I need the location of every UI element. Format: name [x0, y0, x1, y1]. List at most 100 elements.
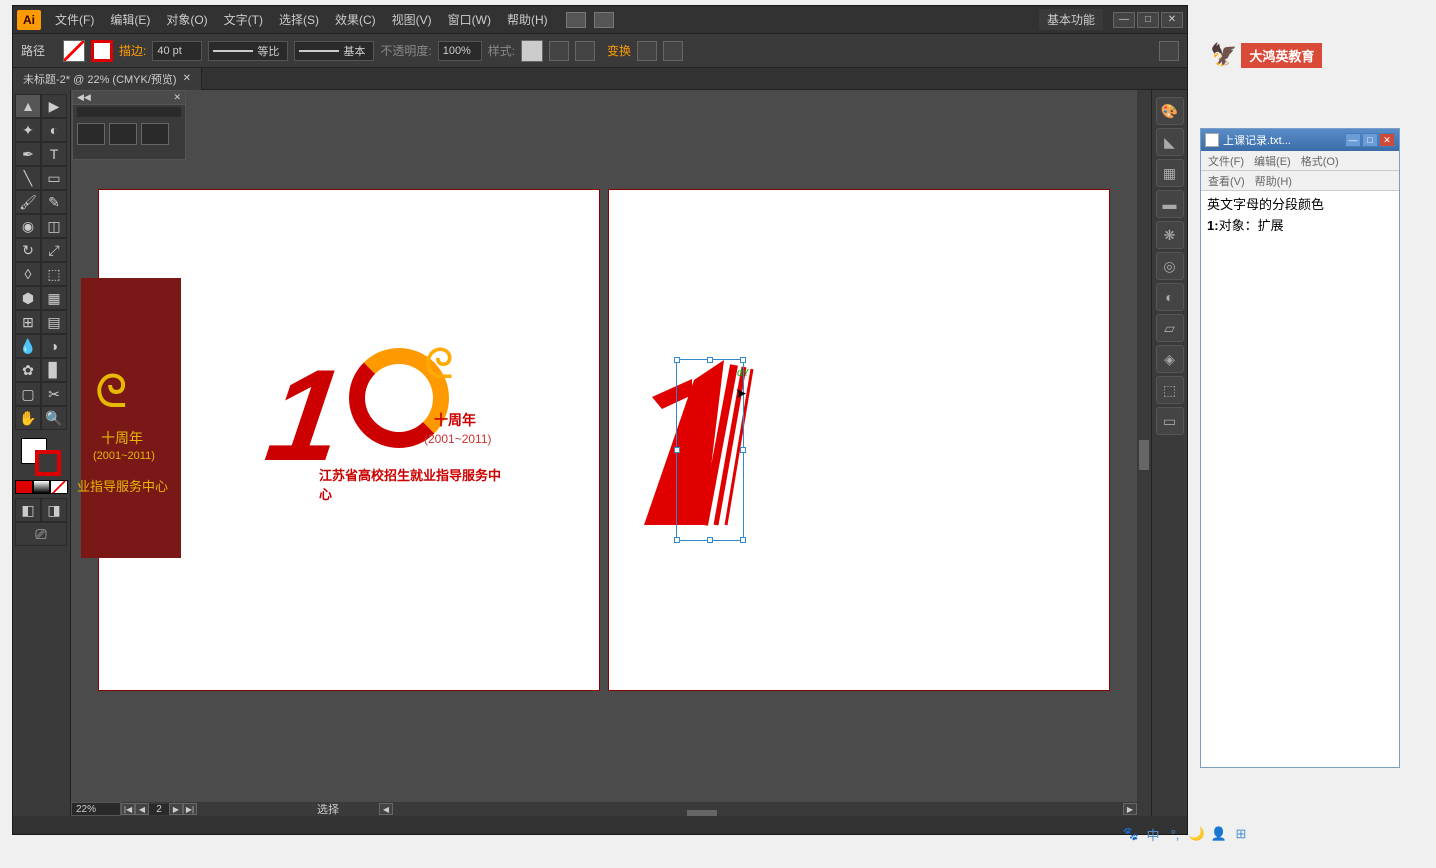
- color-mode-none[interactable]: [50, 480, 68, 494]
- brush-option-2[interactable]: [109, 123, 137, 145]
- profile-select[interactable]: 等比: [208, 41, 288, 61]
- brushes-panel-icon[interactable]: ▬: [1156, 190, 1184, 218]
- align-icon[interactable]: [575, 41, 595, 61]
- lasso-tool[interactable]: ◐: [41, 118, 67, 142]
- free-transform-tool[interactable]: ⬚: [41, 262, 67, 286]
- paintbrush-tool[interactable]: 🖌: [15, 190, 41, 214]
- color-panel-icon[interactable]: 🎨: [1156, 97, 1184, 125]
- slice-tool[interactable]: ✂: [41, 382, 67, 406]
- tray-paw-icon[interactable]: 🐾: [1122, 825, 1140, 843]
- graph-tool[interactable]: ▊: [41, 358, 67, 382]
- pen-tool[interactable]: ✒: [15, 142, 41, 166]
- zoom-input[interactable]: [71, 802, 121, 816]
- gradient-panel-icon[interactable]: ◐: [1156, 283, 1184, 311]
- opacity-input[interactable]: [438, 41, 482, 61]
- tray-user-icon[interactable]: 👤: [1210, 825, 1228, 843]
- canvas-area[interactable]: ᘓ 十周年 (2001~2011) 业指导服务中心 1 ᘓ 十周年 (2001~…: [71, 90, 1151, 816]
- handle-bl[interactable]: [674, 537, 680, 543]
- tab-close-icon[interactable]: ✕: [183, 73, 191, 84]
- workspace-switcher[interactable]: 基本功能: [1039, 9, 1103, 30]
- draw-mode[interactable]: ◧: [15, 498, 41, 522]
- notepad-menu-edit[interactable]: 编辑(E): [1249, 151, 1296, 170]
- brush-option-1[interactable]: [77, 123, 105, 145]
- first-artboard-button[interactable]: |◀: [121, 803, 135, 815]
- change-screen-mode[interactable]: ⎚: [15, 522, 67, 546]
- notepad-menu-view[interactable]: 查看(V): [1203, 171, 1250, 190]
- menu-view[interactable]: 视图(V): [384, 7, 440, 32]
- bridge-icon[interactable]: [566, 12, 586, 28]
- notepad-menu-format[interactable]: 格式(O): [1296, 151, 1344, 170]
- menu-effect[interactable]: 效果(C): [327, 7, 384, 32]
- notepad-titlebar[interactable]: 上课记录.txt... — □ ✕: [1201, 129, 1399, 151]
- hscroll-right-button[interactable]: ▶: [1123, 803, 1137, 815]
- direct-selection-tool[interactable]: ▶: [41, 94, 67, 118]
- symbol-sprayer-tool[interactable]: ✿: [15, 358, 41, 382]
- float-panel-header[interactable]: ◀◀ ✕: [73, 91, 185, 105]
- handle-tr[interactable]: [740, 357, 746, 363]
- tray-punct-icon[interactable]: °,: [1166, 825, 1184, 843]
- minimize-button[interactable]: —: [1113, 12, 1135, 28]
- notepad-menu-file[interactable]: 文件(F): [1203, 151, 1249, 170]
- last-artboard-button[interactable]: ▶|: [183, 803, 197, 815]
- color-mode-solid[interactable]: [15, 480, 33, 494]
- tray-grid-icon[interactable]: ⊞: [1232, 825, 1250, 843]
- artboard-number[interactable]: 2: [149, 804, 169, 815]
- scale-tool[interactable]: ⤢: [41, 238, 67, 262]
- type-tool[interactable]: T: [41, 142, 67, 166]
- vscroll-thumb[interactable]: [1139, 440, 1149, 470]
- hscroll-thumb[interactable]: [687, 810, 717, 816]
- vertical-scrollbar[interactable]: [1137, 90, 1151, 816]
- color-mode-gradient[interactable]: [33, 480, 51, 494]
- brush-option-3[interactable]: [141, 123, 169, 145]
- arrange-icon[interactable]: [594, 12, 614, 28]
- transform-label[interactable]: 变换: [607, 42, 631, 59]
- perspective-tool[interactable]: ▦: [41, 286, 67, 310]
- handle-tc[interactable]: [707, 357, 713, 363]
- close-button[interactable]: ✕: [1161, 12, 1183, 28]
- blend-tool[interactable]: ◑: [41, 334, 67, 358]
- handle-tl[interactable]: [674, 357, 680, 363]
- layers-panel-icon[interactable]: ⬚: [1156, 376, 1184, 404]
- floating-brush-panel[interactable]: ◀◀ ✕: [72, 90, 186, 160]
- tray-moon-icon[interactable]: 🌙: [1188, 825, 1206, 843]
- menu-edit[interactable]: 编辑(E): [102, 7, 158, 32]
- appearance-panel-icon[interactable]: ◈: [1156, 345, 1184, 373]
- gradient-tool[interactable]: ▤: [41, 310, 67, 334]
- notepad-menu-help[interactable]: 帮助(H): [1250, 171, 1297, 190]
- menu-file[interactable]: 文件(F): [47, 7, 102, 32]
- width-tool[interactable]: ◊: [15, 262, 41, 286]
- notepad-close-button[interactable]: ✕: [1379, 133, 1395, 147]
- zoom-tool[interactable]: 🔍: [41, 406, 67, 430]
- menu-select[interactable]: 选择(S): [271, 7, 327, 32]
- notepad-content[interactable]: 英文字母的分段颜色 1:对象：扩展: [1201, 191, 1399, 241]
- handle-bc[interactable]: [707, 537, 713, 543]
- ime-indicator[interactable]: 中: [1144, 825, 1162, 843]
- menu-type[interactable]: 文字(T): [216, 7, 271, 32]
- stroke-swatch[interactable]: [91, 40, 113, 62]
- rectangle-tool[interactable]: ▭: [41, 166, 67, 190]
- next-artboard-button[interactable]: ▶: [169, 803, 183, 815]
- float-close-icon[interactable]: ✕: [173, 92, 181, 103]
- eyedropper-tool[interactable]: 💧: [15, 334, 41, 358]
- anniversary-logo[interactable]: 1 ᘓ 十周年 (2001~2011) 江苏省高校招生就业指导服务中心: [269, 340, 509, 510]
- screen-mode[interactable]: ◨: [41, 498, 67, 522]
- stroke-label[interactable]: 描边:: [119, 42, 146, 59]
- handle-mr[interactable]: [740, 447, 746, 453]
- hscroll-left-button[interactable]: ◀: [379, 803, 393, 815]
- notepad-maximize-button[interactable]: □: [1362, 133, 1378, 147]
- hand-tool[interactable]: ✋: [15, 406, 41, 430]
- color-guide-panel-icon[interactable]: ◣: [1156, 128, 1184, 156]
- fill-swatch[interactable]: [63, 40, 85, 62]
- transparency-panel-icon[interactable]: ▱: [1156, 314, 1184, 342]
- mesh-tool[interactable]: ⊞: [15, 310, 41, 334]
- swatches-panel-icon[interactable]: ▦: [1156, 159, 1184, 187]
- document-tab[interactable]: 未标题-2* @ 22% (CMYK/预览) ✕: [13, 68, 202, 90]
- brush-select[interactable]: 基本: [294, 41, 374, 61]
- stroke-color[interactable]: [35, 450, 61, 476]
- blob-brush-tool[interactable]: ◉: [15, 214, 41, 238]
- menu-object[interactable]: 对象(O): [158, 7, 215, 32]
- eraser-tool[interactable]: ◫: [41, 214, 67, 238]
- mask-icon[interactable]: [663, 41, 683, 61]
- symbols-panel-icon[interactable]: ❋: [1156, 221, 1184, 249]
- rotate-tool[interactable]: ↻: [15, 238, 41, 262]
